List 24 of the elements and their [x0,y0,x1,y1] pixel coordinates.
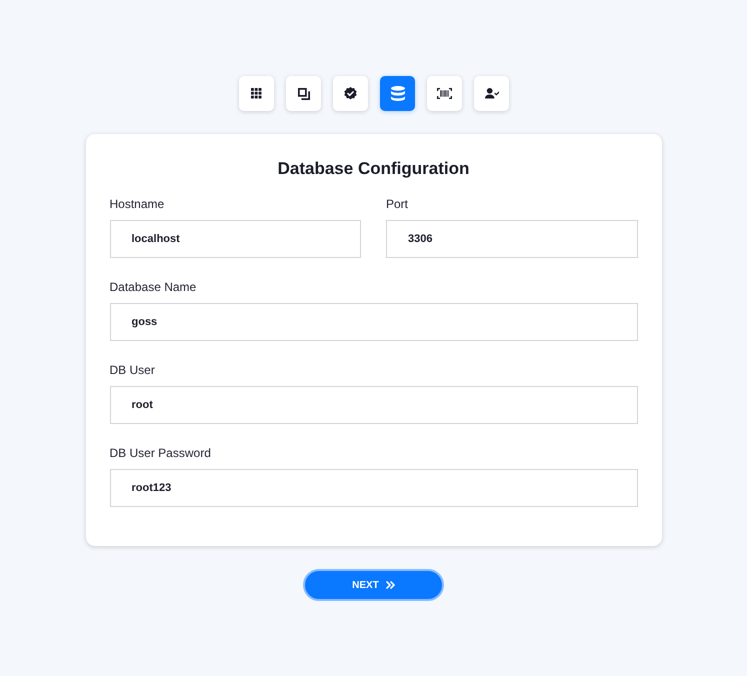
form-title: Database Configuration [276,158,470,180]
input-field[interactable]: root [110,386,638,424]
check-badge-icon [344,87,357,100]
grid-icon [251,88,262,99]
squares-icon [298,88,310,100]
step-button[interactable] [333,76,368,111]
step-button[interactable] [239,76,274,111]
database-icon [390,86,404,101]
double-chevron-right-icon [386,581,395,589]
step-button[interactable] [427,76,462,111]
barcode-icon [437,88,452,99]
input-field[interactable]: goss [110,303,638,341]
user-check-icon [484,88,498,99]
field-label: Database Name [110,279,196,295]
input-field[interactable]: localhost [110,220,361,258]
field-label: Port [386,196,408,212]
next-button[interactable]: NEXT [303,569,444,601]
field-label: DB User [110,362,155,378]
input-field[interactable]: 3306 [386,220,638,258]
field-label: DB User Password [110,445,211,461]
step-button[interactable] [286,76,321,111]
step-button[interactable] [474,76,509,111]
input-field[interactable]: root123 [110,469,638,507]
field-label: Hostname [110,196,164,212]
